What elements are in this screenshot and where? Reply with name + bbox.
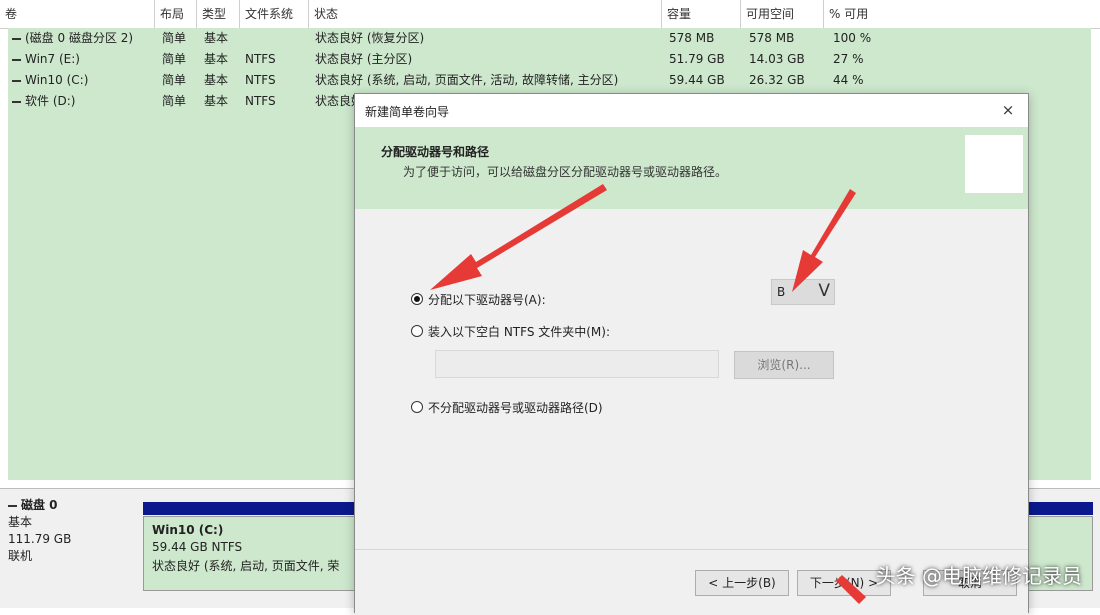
capacity-cell: 578 MB xyxy=(669,31,715,45)
browse-button[interactable]: 浏览(R)... xyxy=(734,351,834,379)
disk-size: 111.79 GB xyxy=(8,532,72,546)
free-space-cell: 26.32 GB xyxy=(749,73,805,87)
table-row[interactable]: Win7 (E:) 简单 基本 NTFS 状态良好 (主分区) 51.79 GB… xyxy=(8,49,1091,70)
capacity-cell: 59.44 GB xyxy=(669,73,725,87)
volume-icon xyxy=(12,79,21,82)
column-header-percent-free[interactable]: % 可用 xyxy=(824,0,1100,28)
wizard-body: 分配以下驱动器号(A): B V 装入以下空白 NTFS 文件夹中(M): 浏览… xyxy=(355,209,1028,549)
volume-icon xyxy=(12,58,21,61)
column-header-layout[interactable]: 布局 xyxy=(155,0,197,28)
disk-state: 联机 xyxy=(8,549,33,563)
status-cell: 状态良好 (系统, 启动, 页面文件, 活动, 故障转储, 主分区) xyxy=(315,73,619,87)
filesystem-cell: NTFS xyxy=(245,73,276,87)
partition-name: Win10 (C:) xyxy=(152,523,224,537)
layout-cell: 简单 xyxy=(162,31,187,45)
mount-ntfs-folder-option[interactable]: 装入以下空白 NTFS 文件夹中(M): xyxy=(411,321,610,341)
watermark: 头条 @电脑维修记录员 xyxy=(875,564,1082,588)
disk-type: 基本 xyxy=(8,515,33,529)
volume-name-cell: (磁盘 0 磁盘分区 2) xyxy=(12,28,133,49)
type-cell: 基本 xyxy=(204,52,229,66)
volume-icon xyxy=(12,37,21,40)
column-header-volume[interactable]: 卷 xyxy=(0,0,155,28)
volume-list-header: 卷 布局 类型 文件系统 状态 容量 可用空间 % 可用 xyxy=(0,0,1100,29)
drive-letter-value: B xyxy=(777,285,786,299)
assign-drive-letter-option[interactable]: 分配以下驱动器号(A): xyxy=(411,289,546,309)
wizard-header: 分配驱动器号和路径 为了便于访问，可以给磁盘分区分配驱动器号或驱动器路径。 xyxy=(355,127,1028,209)
status-cell: 状态良好 (主分区) xyxy=(315,52,413,66)
layout-cell: 简单 xyxy=(162,73,187,87)
column-header-status[interactable]: 状态 xyxy=(309,0,662,28)
filesystem-cell: NTFS xyxy=(245,94,276,108)
percent-free-cell: 100 % xyxy=(833,31,872,45)
filesystem-cell: NTFS xyxy=(245,52,276,66)
drive-letter-select[interactable]: B V xyxy=(771,279,835,305)
free-space-cell: 14.03 GB xyxy=(749,52,805,66)
no-drive-letter-option[interactable]: 不分配驱动器号或驱动器路径(D) xyxy=(411,397,603,417)
new-simple-volume-wizard: 新建简单卷向导 × 分配驱动器号和路径 为了便于访问，可以给磁盘分区分配驱动器号… xyxy=(354,93,1029,615)
dialog-title: 新建简单卷向导 xyxy=(365,105,450,119)
layout-cell: 简单 xyxy=(162,52,187,66)
free-space-cell: 578 MB xyxy=(749,31,795,45)
close-icon[interactable]: × xyxy=(998,100,1018,120)
folder-path-input[interactable] xyxy=(435,350,719,378)
column-header-filesystem[interactable]: 文件系统 xyxy=(240,0,309,28)
radio-unchecked-icon[interactable] xyxy=(411,325,423,337)
radio-checked-icon[interactable] xyxy=(411,293,423,305)
percent-free-cell: 44 % xyxy=(833,73,864,87)
mount-ntfs-folder-label: 装入以下空白 NTFS 文件夹中(M): xyxy=(428,324,611,339)
disk-icon xyxy=(8,504,17,507)
wizard-header-image xyxy=(965,135,1023,193)
radio-unchecked-icon[interactable] xyxy=(411,401,423,413)
column-header-free-space[interactable]: 可用空间 xyxy=(741,0,824,28)
chevron-down-icon: V xyxy=(818,281,830,301)
percent-free-cell: 27 % xyxy=(833,52,864,66)
table-row[interactable]: (磁盘 0 磁盘分区 2) 简单 基本 状态良好 (恢复分区) 578 MB 5… xyxy=(8,28,1091,49)
column-header-capacity[interactable]: 容量 xyxy=(662,0,741,28)
table-row[interactable]: Win10 (C:) 简单 基本 NTFS 状态良好 (系统, 启动, 页面文件… xyxy=(8,70,1091,91)
dialog-title-bar[interactable]: 新建简单卷向导 × xyxy=(355,94,1028,127)
back-button[interactable]: < 上一步(B) xyxy=(695,570,789,596)
wizard-step-title: 分配驱动器号和路径 xyxy=(381,145,490,159)
wizard-step-description: 为了便于访问，可以给磁盘分区分配驱动器号或驱动器路径。 xyxy=(403,165,728,179)
disk-info[interactable]: 磁盘 0 基本 111.79 GB 联机 xyxy=(8,497,138,602)
type-cell: 基本 xyxy=(204,31,229,45)
type-cell: 基本 xyxy=(204,94,229,108)
volume-name-cell: Win7 (E:) xyxy=(12,49,80,70)
assign-drive-letter-label: 分配以下驱动器号(A): xyxy=(428,292,546,307)
column-header-type[interactable]: 类型 xyxy=(197,0,240,28)
disk-name: 磁盘 0 xyxy=(8,497,138,514)
capacity-cell: 51.79 GB xyxy=(669,52,725,66)
volume-icon xyxy=(12,100,21,103)
volume-name-cell: 软件 (D:) xyxy=(12,91,75,112)
partition-status: 状态良好 (系统, 启动, 页面文件, 荣 xyxy=(152,559,340,573)
type-cell: 基本 xyxy=(204,73,229,87)
no-drive-letter-label: 不分配驱动器号或驱动器路径(D) xyxy=(428,400,603,415)
layout-cell: 简单 xyxy=(162,94,187,108)
volume-name-cell: Win10 (C:) xyxy=(12,70,88,91)
partition-size: 59.44 GB NTFS xyxy=(152,540,243,554)
status-cell: 状态良好 (恢复分区) xyxy=(315,31,425,45)
